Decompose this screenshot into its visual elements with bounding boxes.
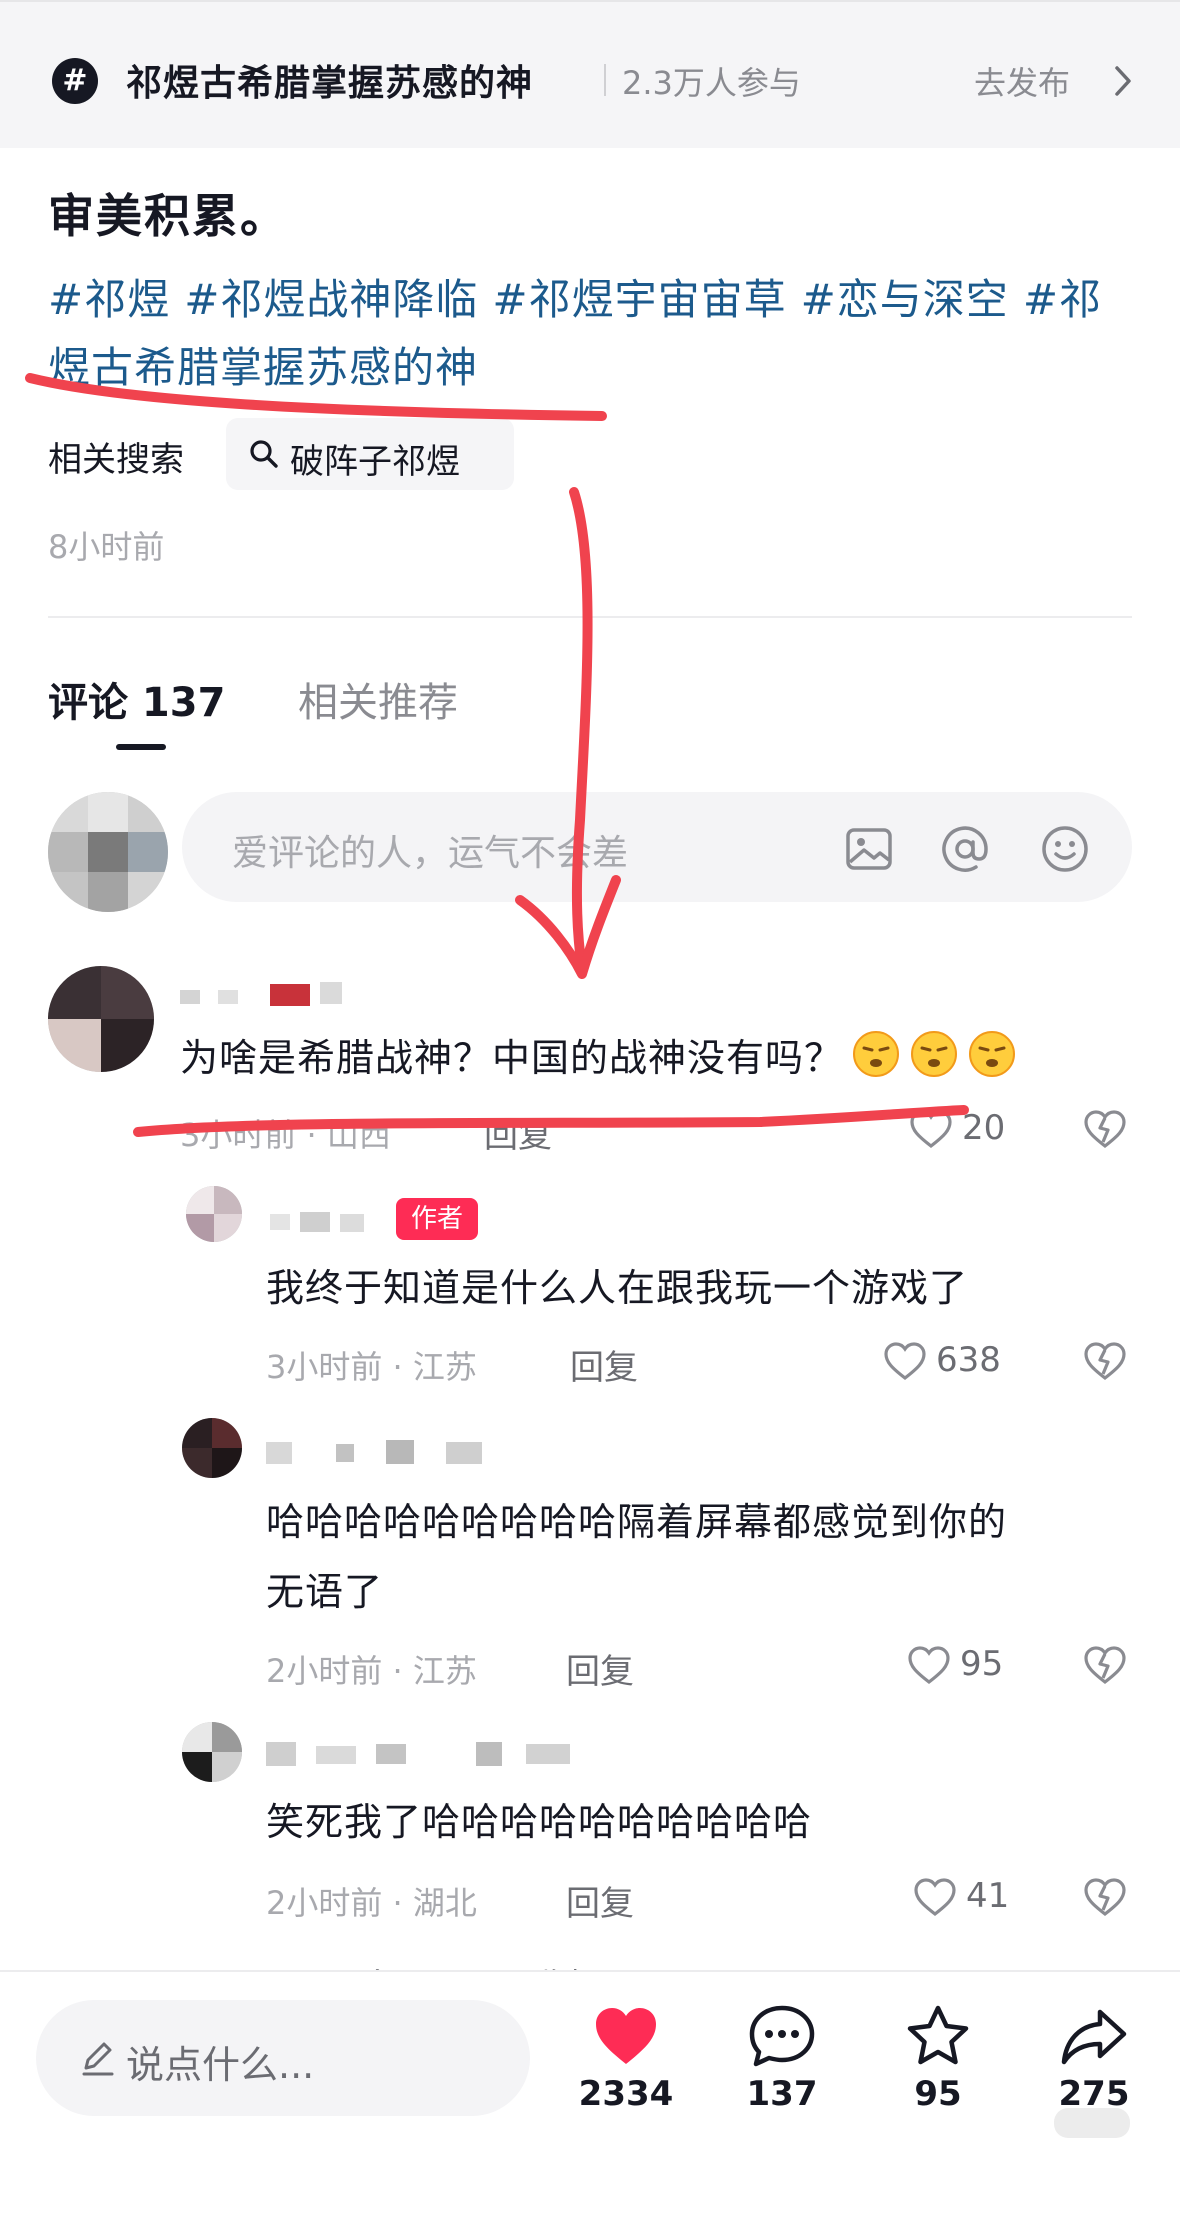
reply-button[interactable]: 回复 <box>484 1108 552 1157</box>
replier-avatar[interactable] <box>182 1722 242 1782</box>
smirk-emoji-icon <box>853 1031 900 1077</box>
search-icon <box>250 440 278 468</box>
like-count: 20 <box>962 1108 1006 1148</box>
comment-meta: 3小时前 · 山西 <box>180 1116 391 1154</box>
hashtag-link[interactable]: #祁煜 <box>48 275 170 324</box>
topic-participants: 2.3万人参与 <box>622 64 801 102</box>
broken-heart-icon[interactable] <box>1082 1338 1128 1384</box>
topic-bar[interactable]: # 祁煜古希腊掌握苏感的神 2.3万人参与 去发布 <box>0 0 1180 148</box>
replier-name-blurred <box>266 1436 516 1466</box>
related-search-chip[interactable]: 破阵子祁煜 <box>226 418 514 490</box>
favorite-action[interactable]: 95 <box>878 2002 998 2114</box>
hashtag-link[interactable]: #祁煜宇宙宙草 <box>492 275 786 324</box>
replier-avatar[interactable] <box>186 1186 242 1242</box>
active-tab-indicator <box>116 744 166 750</box>
reply-button[interactable]: 回复 <box>566 1644 634 1693</box>
replier-name-blurred <box>270 1206 380 1236</box>
broken-heart-icon[interactable] <box>1082 1874 1128 1920</box>
broken-heart-icon[interactable] <box>1082 1106 1128 1152</box>
post-time: 8小时前 <box>48 528 165 566</box>
reply-text: 我终于知道是什么人在跟我玩一个游戏了 <box>266 1266 969 1310</box>
tab-related[interactable]: 相关推荐 <box>298 670 458 728</box>
commenter-avatar[interactable] <box>48 966 154 1072</box>
reply-text-line2: 无语了 <box>266 1570 384 1614</box>
say-something-placeholder: 说点什么... <box>126 2043 315 2087</box>
reply-button[interactable]: 回复 <box>566 1876 634 1925</box>
reply-meta: 3小时前 · 江苏 <box>266 1348 477 1386</box>
post-title: 审美积累。 <box>48 189 288 243</box>
comment-input-placeholder: 爱评论的人，运气不会差 <box>232 833 629 874</box>
bottom-action-bar: 说点什么... 2334 137 95 275 <box>0 1970 1180 2220</box>
my-avatar[interactable] <box>48 792 168 912</box>
like-count: 638 <box>936 1340 1001 1380</box>
reply-text-line1: 哈哈哈哈哈哈哈哈哈隔着屏幕都感觉到你的 <box>266 1500 1008 1544</box>
reply-meta: 2小时前 · 江苏 <box>266 1652 477 1690</box>
hashtag-list: #祁煜 #祁煜战神降临 #祁煜宇宙宙草 #恋与深空 #祁煜古希腊掌握苏感的神 <box>48 266 1138 402</box>
heart-filled-icon <box>596 2008 656 2064</box>
reply-button[interactable]: 回复 <box>570 1340 638 1389</box>
topic-divider <box>604 64 606 96</box>
hashtag-icon: # <box>52 58 98 104</box>
heart-outline-icon[interactable] <box>882 1340 928 1382</box>
comment-input[interactable]: 爱评论的人，运气不会差 <box>182 792 1132 902</box>
heart-outline-icon[interactable] <box>906 1644 952 1686</box>
emoji-icon[interactable] <box>1038 822 1092 876</box>
tab-comments[interactable]: 评论 137 <box>48 670 225 728</box>
like-total: 2334 <box>578 2074 674 2114</box>
star-icon <box>907 2005 969 2065</box>
share-action[interactable]: 275 <box>1034 2002 1154 2114</box>
hashtag-link[interactable]: #祁煜战神降临 <box>184 275 478 324</box>
broken-heart-icon[interactable] <box>1082 1642 1128 1688</box>
watermark <box>1054 2108 1130 2138</box>
publish-button[interactable]: 去发布 <box>974 58 1070 104</box>
say-something-input[interactable]: 说点什么... <box>36 2000 530 2116</box>
heart-outline-icon[interactable] <box>908 1108 954 1150</box>
reply-meta: 2小时前 · 湖北 <box>266 1884 477 1922</box>
hashtag-link[interactable]: #恋与深空 <box>801 275 1009 324</box>
divider <box>48 616 1132 618</box>
pixelated-avatar <box>48 966 154 1072</box>
comment-text: 为啥是希腊战神？中国的战神没有吗？ <box>180 1022 1017 1094</box>
commenter-name-blurred <box>180 978 360 1008</box>
smirk-emoji-icon <box>969 1031 1016 1077</box>
image-icon[interactable] <box>842 822 896 876</box>
share-arrow-icon <box>1061 2009 1127 2065</box>
comment-total: 137 <box>746 2074 818 2114</box>
pixelated-avatar <box>182 1722 242 1782</box>
comment-bubble-icon <box>749 2005 815 2067</box>
replier-avatar[interactable] <box>182 1418 242 1478</box>
pixelated-avatar <box>186 1186 242 1242</box>
pencil-icon <box>82 2042 114 2076</box>
like-count: 41 <box>966 1876 1010 1916</box>
related-search-label: 相关搜索 <box>48 440 184 480</box>
like-action[interactable]: 2334 <box>566 2002 686 2114</box>
chevron-right-icon[interactable] <box>1108 64 1138 98</box>
related-search-query: 破阵子祁煜 <box>290 442 460 482</box>
replier-name-blurred <box>266 1736 616 1766</box>
pixelated-avatar <box>48 792 168 912</box>
comment-action[interactable]: 137 <box>722 2002 842 2114</box>
author-badge: 作者 <box>396 1198 478 1240</box>
at-icon[interactable] <box>938 822 992 876</box>
pixelated-avatar <box>182 1418 242 1478</box>
favorite-total: 95 <box>914 2074 962 2114</box>
reply-text: 笑死我了哈哈哈哈哈哈哈哈哈哈 <box>266 1800 813 1844</box>
smirk-emoji-icon <box>911 1031 958 1077</box>
like-count: 95 <box>960 1644 1004 1684</box>
heart-outline-icon[interactable] <box>912 1876 958 1918</box>
topic-title[interactable]: 祁煜古希腊掌握苏感的神 <box>126 54 533 106</box>
